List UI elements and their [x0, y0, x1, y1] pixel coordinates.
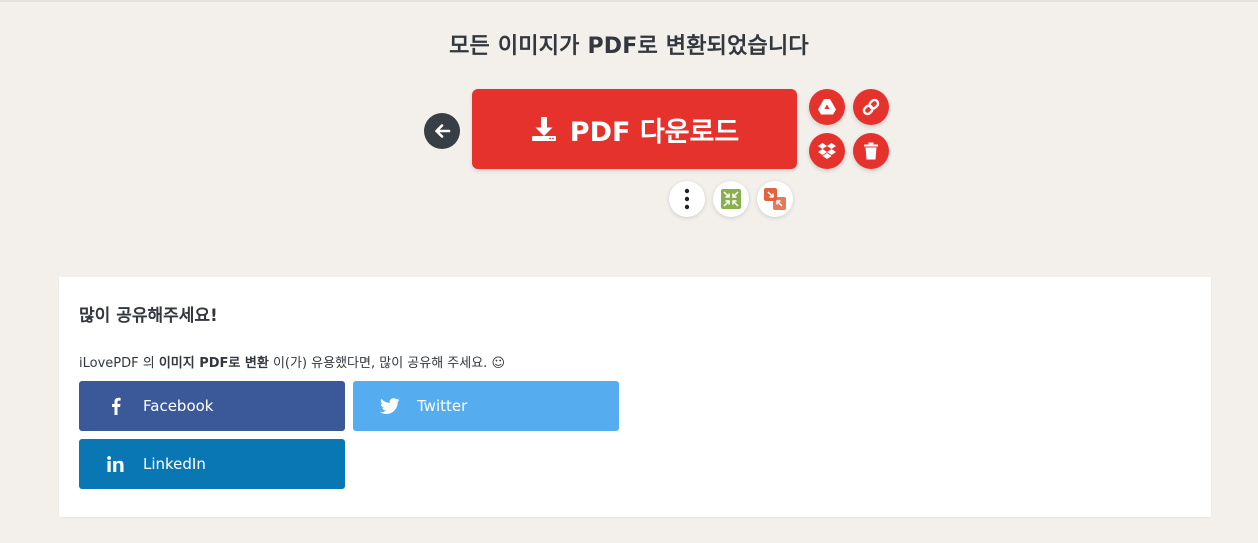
compress-pdf-icon: [721, 189, 741, 209]
download-pdf-button[interactable]: PDF 다운로드: [472, 89, 797, 169]
share-description: iLovePDF 의 이미지 PDF로 변환 이(가) 유용했다면, 많이 공유…: [79, 352, 505, 371]
delete-button[interactable]: [853, 133, 889, 169]
download-button-label: PDF 다운로드: [569, 116, 740, 148]
back-button[interactable]: [424, 113, 460, 149]
google-drive-icon: [818, 99, 836, 115]
trash-icon: [864, 142, 878, 160]
facebook-icon: [103, 397, 129, 415]
link-icon: [862, 98, 880, 116]
split-pdf-icon: [764, 188, 786, 210]
linkedin-label: LinkedIn: [143, 455, 206, 473]
compress-pdf-button[interactable]: [713, 181, 749, 217]
more-vertical-icon: [684, 188, 690, 210]
twitter-icon: [377, 398, 403, 414]
download-icon: [531, 117, 556, 141]
twitter-label: Twitter: [417, 397, 468, 415]
split-pdf-button[interactable]: [757, 181, 793, 217]
twitter-share-button[interactable]: Twitter: [353, 381, 619, 431]
copy-link-button[interactable]: [853, 89, 889, 125]
arrow-left-icon: [435, 124, 451, 138]
share-text-prefix: iLovePDF 의: [79, 356, 159, 371]
more-options-button[interactable]: [669, 181, 705, 217]
linkedin-icon: [103, 456, 129, 472]
dropbox-icon: [818, 143, 836, 159]
page-title: 모든 이미지가 PDF로 변환되었습니다: [449, 34, 809, 59]
facebook-share-button[interactable]: Facebook: [79, 381, 345, 431]
share-text-tool-name: 이미지 PDF로 변환: [158, 356, 269, 371]
linkedin-share-button[interactable]: LinkedIn: [79, 439, 345, 489]
share-panel: 많이 공유해주세요! iLovePDF 의 이미지 PDF로 변환 이(가) 유…: [59, 277, 1211, 517]
save-to-dropbox-button[interactable]: [809, 133, 845, 169]
share-title: 많이 공유해주세요!: [79, 306, 218, 326]
share-text-suffix: 이(가) 유용했다면, 많이 공유해 주세요. ☺: [268, 356, 505, 371]
top-divider: [0, 0, 1258, 2]
save-to-google-drive-button[interactable]: [809, 89, 845, 125]
facebook-label: Facebook: [143, 397, 214, 415]
